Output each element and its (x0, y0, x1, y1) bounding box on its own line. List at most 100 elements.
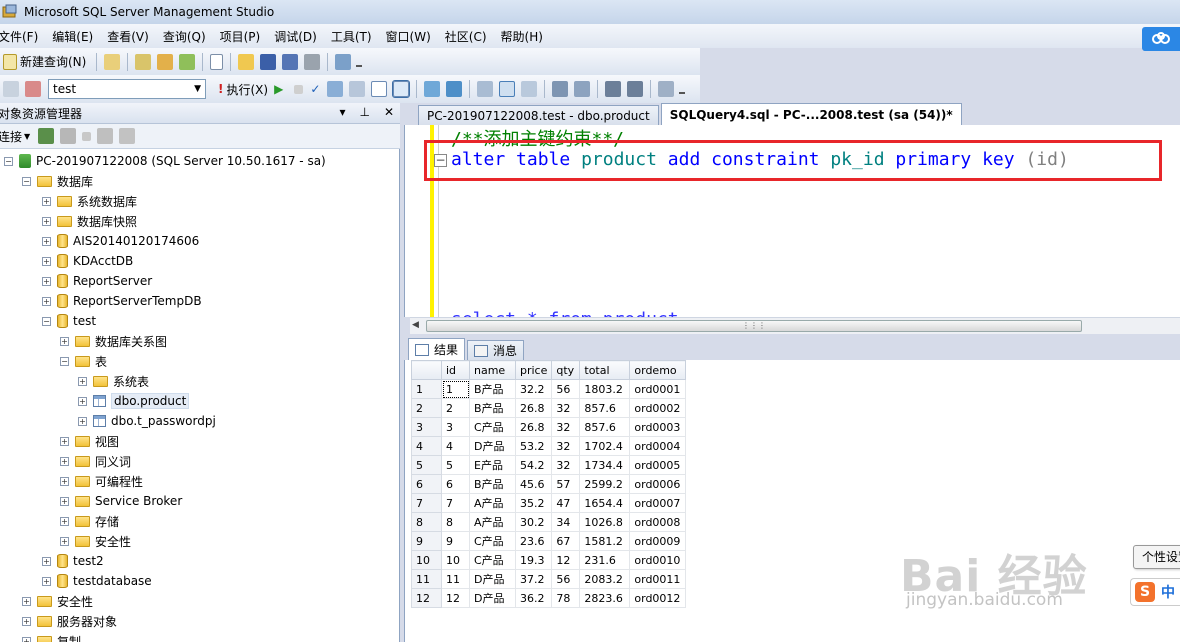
grid-cell[interactable]: 857.6 (579, 417, 631, 437)
auto-hide-pin-icon[interactable]: ⊥ (359, 105, 369, 119)
expand-icon[interactable]: + (22, 616, 31, 626)
grid-cell[interactable]: 67 (551, 531, 581, 551)
menu-edit[interactable]: 编辑(E) (52, 28, 101, 45)
cloud-sync-button[interactable] (1142, 27, 1180, 51)
grid-cell[interactable]: A产品 (469, 493, 516, 513)
grid-cell[interactable]: 9 (441, 531, 470, 551)
grid-cell[interactable]: 1581.2 (579, 531, 631, 551)
disconnect-icon[interactable] (25, 81, 41, 97)
tree-node[interactable]: + 存储 (60, 511, 119, 531)
grid-cell[interactable]: B产品 (469, 474, 516, 494)
tree-node[interactable]: + 服务器对象 (22, 611, 117, 631)
grid-cell[interactable]: 32 (551, 436, 581, 456)
grid-cell[interactable]: C产品 (469, 550, 516, 570)
grid-cell[interactable]: ord0011 (629, 569, 687, 589)
results-to-file-icon[interactable] (392, 80, 411, 98)
grid-cell[interactable]: 57 (551, 474, 581, 494)
column-header[interactable]: id (441, 360, 470, 380)
grid-cell[interactable]: 8 (441, 512, 470, 532)
grid-cell[interactable]: A产品 (469, 512, 516, 532)
menu-debug[interactable]: 调试(D) (274, 28, 325, 45)
column-header[interactable]: name (469, 360, 516, 380)
results-file-icon[interactable] (521, 81, 538, 97)
table-row[interactable]: 11 11 D产品 37.2 56 2083.2 ord0011 (411, 569, 687, 589)
grid-cell[interactable]: ord0002 (629, 398, 687, 418)
new-file-icon[interactable] (210, 53, 224, 70)
grid-cell[interactable]: 32 (551, 398, 581, 418)
grid-cell[interactable]: 2 (441, 398, 470, 418)
new-query-button[interactable]: 新建查询(N) (20, 53, 86, 70)
expand-icon[interactable]: + (42, 296, 51, 306)
tree-node[interactable]: + KDAcctDB (42, 251, 133, 271)
tree-node[interactable]: + testdatabase (42, 571, 152, 591)
decrease-indent-icon[interactable] (605, 81, 622, 97)
expand-icon[interactable]: + (42, 556, 51, 566)
grid-cell[interactable]: B产品 (469, 379, 516, 399)
close-icon[interactable]: ✕ (384, 105, 394, 119)
include-actual-plan-icon[interactable] (424, 81, 441, 97)
expand-icon[interactable]: + (78, 396, 87, 406)
connect-object-explorer-icon[interactable] (38, 128, 55, 144)
column-header[interactable]: price (514, 360, 553, 380)
scrollbar-thumb[interactable]: ⋮⋮⋮ (426, 320, 1082, 332)
collapse-icon[interactable]: − (434, 154, 447, 167)
table-row[interactable]: 2 2 B产品 26.8 32 857.6 ord0002 (411, 398, 687, 418)
grid-cell[interactable]: 45.6 (514, 474, 553, 494)
collapse-icon[interactable]: − (4, 156, 13, 166)
available-databases-select[interactable]: test ▼ (48, 79, 206, 99)
debug-play-icon[interactable]: ▶ (274, 82, 283, 96)
grid-cell[interactable]: 2823.6 (579, 588, 631, 608)
tree-node[interactable]: + dbo.product (78, 391, 190, 411)
tree-node[interactable]: − 表 (60, 351, 107, 371)
grid-cell[interactable]: 32.2 (514, 379, 553, 399)
tree-node[interactable]: − test (42, 311, 96, 331)
grid-cell[interactable]: 19.3 (514, 550, 553, 570)
window-position-dropdown-icon[interactable]: ▾ (339, 105, 345, 119)
expand-icon[interactable]: + (22, 636, 31, 642)
editor-horizontal-scrollbar[interactable]: ◀ ⋮⋮⋮ (410, 317, 1180, 334)
tree-node[interactable]: + 系统数据库 (42, 191, 137, 211)
grid-cell[interactable]: 2599.2 (579, 474, 631, 494)
grid-cell[interactable]: 26.8 (514, 398, 553, 418)
expand-icon[interactable]: + (42, 236, 51, 246)
estimated-plan-icon[interactable] (327, 81, 344, 97)
menu-file[interactable]: 文件(F) (0, 28, 46, 45)
parse-checkmark-icon[interactable]: ✓ (310, 82, 320, 96)
grid-cell[interactable]: ord0006 (629, 474, 687, 494)
refresh-icon[interactable] (119, 128, 136, 144)
grid-cell[interactable]: 53.2 (514, 436, 553, 456)
tree-node[interactable]: + ReportServerTempDB (42, 291, 202, 311)
activity-monitor-icon[interactable] (335, 53, 352, 70)
menu-community[interactable]: 社区(C) (445, 28, 495, 45)
sql-editor[interactable]: /**添加主键约束**/ − alter table product add c… (404, 125, 1180, 317)
grid-cell[interactable]: C产品 (469, 531, 516, 551)
table-row[interactable]: 10 10 C产品 19.3 12 231.6 ord0010 (411, 550, 687, 570)
menu-project[interactable]: 项目(P) (220, 28, 269, 45)
grid-cell[interactable]: 1702.4 (579, 436, 631, 456)
results-grid[interactable]: id name price qty total ordemo 1 1 B产品 32.2 56 180… (411, 360, 687, 608)
grid-cell[interactable]: B产品 (469, 398, 516, 418)
menu-help[interactable]: 帮助(H) (501, 28, 551, 45)
tree-node[interactable]: + 数据库快照 (42, 211, 137, 231)
specify-template-values-icon[interactable] (658, 81, 675, 97)
expand-icon[interactable]: + (42, 196, 51, 206)
grid-cell[interactable]: 30.2 (514, 512, 553, 532)
grid-cell[interactable]: D产品 (469, 569, 516, 589)
tab-sql-query[interactable]: SQLQuery4.sql - PC-...2008.test (sa (54)… (660, 103, 962, 125)
connect-icon[interactable] (3, 81, 19, 97)
grid-cell[interactable]: 34 (551, 512, 581, 532)
expand-icon[interactable]: + (78, 376, 87, 386)
tree-node[interactable]: + test2 (42, 551, 104, 571)
table-row[interactable]: 4 4 D产品 53.2 32 1702.4 ord0004 (411, 436, 687, 456)
open-file-icon[interactable] (238, 53, 255, 70)
tree-node[interactable]: + dbo.t_passwordpj (78, 411, 216, 431)
query-designer-icon[interactable] (349, 81, 366, 97)
grid-cell[interactable]: 231.6 (579, 550, 631, 570)
expand-icon[interactable]: + (60, 516, 69, 526)
table-row[interactable]: 8 8 A产品 30.2 34 1026.8 ord0008 (411, 512, 687, 532)
connect-dropdown-button[interactable]: 连接 ▼ (0, 128, 30, 145)
table-row[interactable]: 9 9 C产品 23.6 67 1581.2 ord0009 (411, 531, 687, 551)
database-engine-query-icon[interactable] (104, 53, 121, 70)
menu-query[interactable]: 查询(Q) (163, 28, 214, 45)
grid-cell[interactable]: 54.2 (514, 455, 553, 475)
